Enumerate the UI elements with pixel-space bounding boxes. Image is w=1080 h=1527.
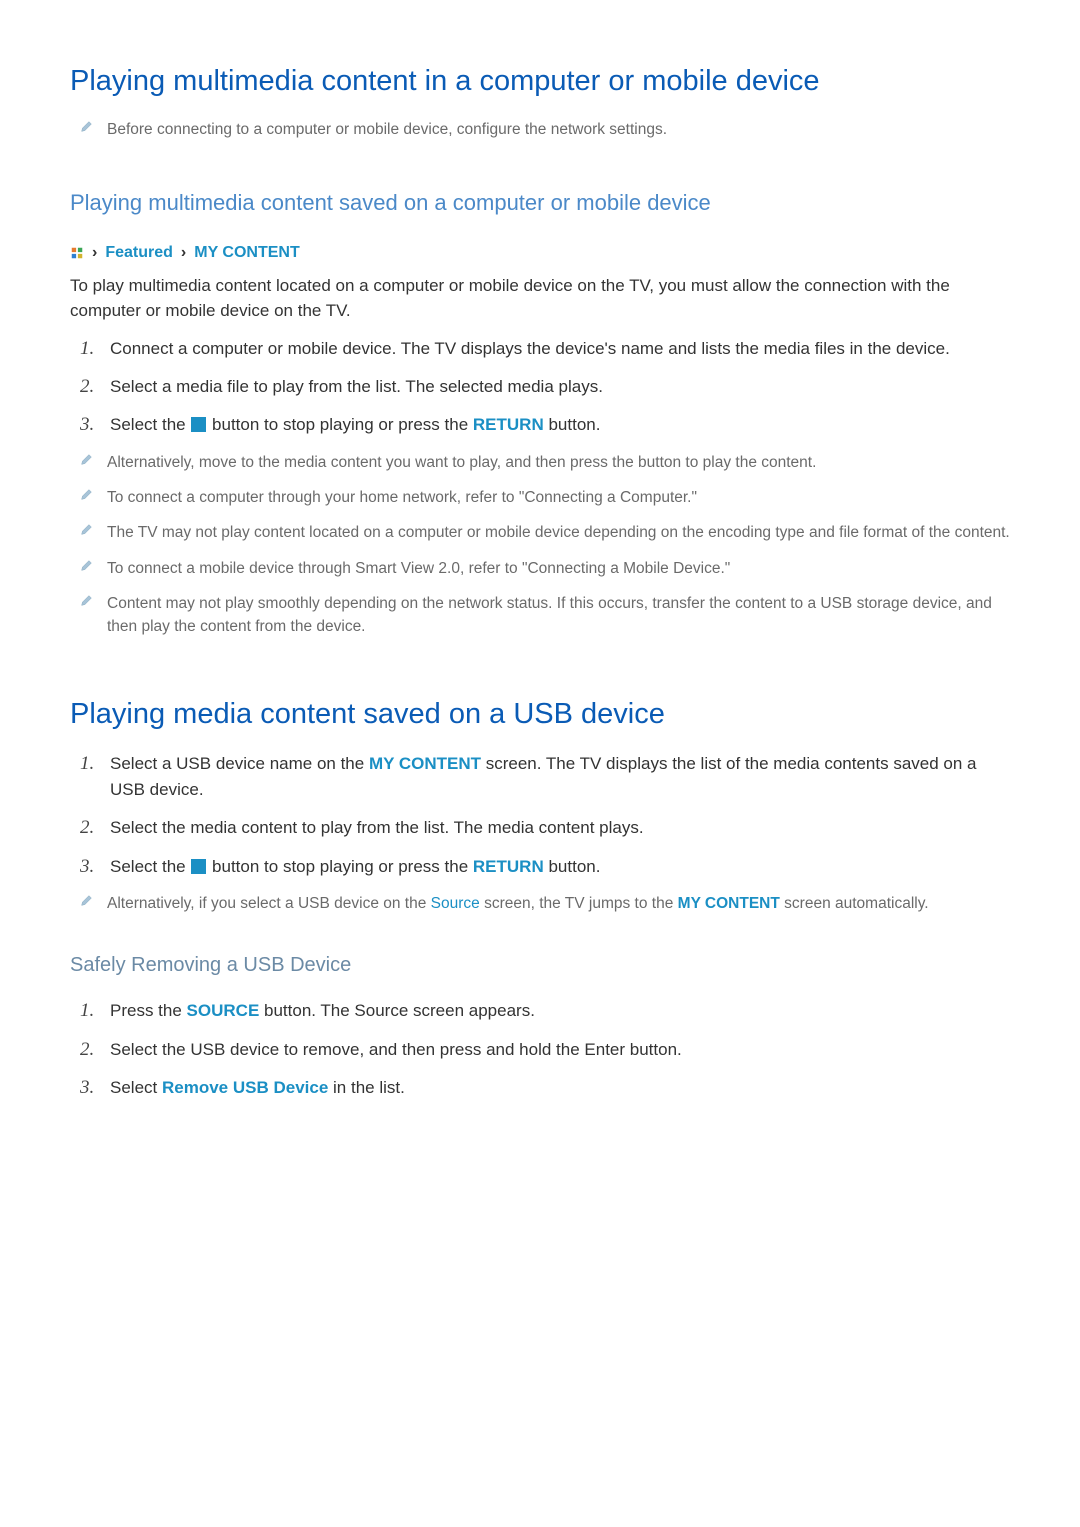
step-item: Select Remove USB Device in the list. bbox=[80, 1075, 1010, 1101]
step-item: Select the button to stop playing or pre… bbox=[80, 854, 1010, 880]
steps-list-3: Press the SOURCE button. The Source scre… bbox=[80, 998, 1010, 1101]
return-keyword: RETURN bbox=[473, 857, 544, 876]
intro-paragraph: To play multimedia content located on a … bbox=[70, 273, 1010, 324]
breadcrumb-mycontent: MY CONTENT bbox=[194, 241, 299, 265]
step-item: Select the button to stop playing or pre… bbox=[80, 412, 1010, 438]
stop-button-icon bbox=[191, 417, 206, 432]
remove-usb-keyword: Remove USB Device bbox=[162, 1078, 328, 1097]
steps-list-2: Select a USB device name on the MY CONTE… bbox=[80, 751, 1010, 880]
step-item: Connect a computer or mobile device. The… bbox=[80, 336, 1010, 362]
note-item: Alternatively, move to the media content… bbox=[80, 451, 1010, 474]
pencil-icon bbox=[80, 453, 93, 469]
section-subtitle-1: Playing multimedia content saved on a co… bbox=[70, 186, 1010, 219]
note-text: The TV may not play content located on a… bbox=[107, 521, 1010, 544]
source-keyword: Source bbox=[431, 895, 480, 912]
chevron-icon: › bbox=[181, 241, 186, 265]
note-item: The TV may not play content located on a… bbox=[80, 521, 1010, 544]
note-text: To connect a computer through your home … bbox=[107, 486, 697, 509]
pencil-icon bbox=[80, 488, 93, 504]
pencil-icon bbox=[80, 894, 93, 910]
mycontent-keyword: MY CONTENT bbox=[369, 754, 481, 773]
return-keyword: RETURN bbox=[473, 415, 544, 434]
step-item: Select the USB device to remove, and the… bbox=[80, 1037, 1010, 1063]
mycontent-keyword: MY CONTENT bbox=[678, 895, 780, 912]
pencil-icon bbox=[80, 523, 93, 539]
source-keyword: SOURCE bbox=[187, 1001, 260, 1020]
note-text: To connect a mobile device through Smart… bbox=[107, 557, 730, 580]
section-title-1: Playing multimedia content in a computer… bbox=[70, 60, 1010, 104]
home-icon bbox=[70, 246, 84, 260]
stop-button-icon bbox=[191, 859, 206, 874]
step-item: Select a media file to play from the lis… bbox=[80, 374, 1010, 400]
note-item: To connect a mobile device through Smart… bbox=[80, 557, 1010, 580]
pencil-icon bbox=[80, 559, 93, 575]
chevron-icon: › bbox=[92, 241, 97, 265]
step-item: Select a USB device name on the MY CONTE… bbox=[80, 751, 1010, 804]
section-title-2: Playing media content saved on a USB dev… bbox=[70, 693, 1010, 737]
section-title-3: Safely Removing a USB Device bbox=[70, 950, 1010, 980]
step-item: Select the media content to play from th… bbox=[80, 815, 1010, 841]
breadcrumb-featured: Featured bbox=[105, 241, 173, 265]
note-intro: Before connecting to a computer or mobil… bbox=[80, 118, 1010, 141]
steps-list-1: Connect a computer or mobile device. The… bbox=[80, 336, 1010, 439]
pencil-icon bbox=[80, 594, 93, 610]
note-item: To connect a computer through your home … bbox=[80, 486, 1010, 509]
pencil-icon bbox=[80, 120, 93, 136]
step-item: Press the SOURCE button. The Source scre… bbox=[80, 998, 1010, 1024]
breadcrumb: › Featured › MY CONTENT bbox=[70, 241, 1010, 265]
note-text: Alternatively, move to the media content… bbox=[107, 451, 816, 474]
note-text: Alternatively, if you select a USB devic… bbox=[107, 892, 929, 915]
note-text: Before connecting to a computer or mobil… bbox=[107, 118, 667, 141]
note-item: Alternatively, if you select a USB devic… bbox=[80, 892, 1010, 915]
note-item: Content may not play smoothly depending … bbox=[80, 592, 1010, 639]
note-text: Content may not play smoothly depending … bbox=[107, 592, 1010, 639]
